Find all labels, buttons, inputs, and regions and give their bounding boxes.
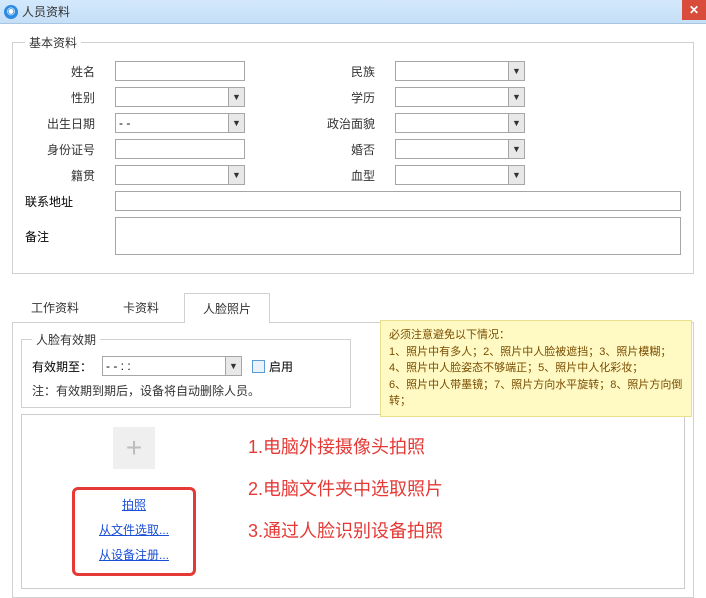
close-button[interactable]: ✕ [682, 0, 706, 20]
select-marital[interactable]: ▼ [395, 139, 525, 159]
chevron-down-icon: ▼ [508, 88, 524, 106]
warning-title: 必须注意避免以下情况： [389, 327, 683, 344]
label-gender: 性别 [25, 89, 95, 106]
label-remark: 备注 [25, 228, 95, 245]
label-id: 身份证号 [25, 141, 95, 158]
link-from-device[interactable]: 从设备注册... [99, 546, 169, 563]
face-valid-fieldset: 人脸有效期 有效期至： - - : : ▼ 启用 注：有效期到期后，设备将自动删… [21, 331, 351, 408]
valid-note: 注：有效期到期后，设备将自动删除人员。 [32, 382, 340, 399]
label-name: 姓名 [25, 63, 95, 80]
chevron-down-icon: ▼ [508, 140, 524, 158]
user-icon: ◉ [4, 5, 18, 19]
chevron-down-icon: ▼ [508, 166, 524, 184]
label-blood: 血型 [265, 167, 375, 184]
photo-area: + 拍照 从文件选取... 从设备注册... 1.电脑外接摄像头拍照 2.电脑文… [21, 414, 685, 589]
tab-face[interactable]: 人脸照片 [184, 293, 270, 323]
chevron-down-icon: ▼ [228, 166, 244, 184]
titlebar: ◉ 人员资料 ✕ [0, 0, 706, 24]
select-valid-until-value: - - : : [106, 359, 131, 373]
enable-label: 启用 [269, 358, 293, 375]
select-valid-until[interactable]: - - : : ▼ [102, 356, 242, 376]
upload-column: + 拍照 从文件选取... 从设备注册... [34, 427, 234, 576]
checkbox-icon [252, 360, 265, 373]
input-remark[interactable] [115, 217, 681, 255]
chevron-down-icon: ▼ [228, 114, 244, 132]
warning-body: 1、照片中有多人；2、照片中人脸被遮挡；3、照片模糊； 4、照片中人脸姿态不够端… [389, 344, 683, 410]
basic-info-fieldset: 基本资料 姓名 民族 ▼ 性别 ▼ 学历 ▼ 出生日期 - - ▼ [12, 34, 694, 274]
input-name[interactable] [115, 61, 245, 81]
select-gender[interactable]: ▼ [115, 87, 245, 107]
link-capture[interactable]: 拍照 [122, 496, 146, 513]
annotation-box: 拍照 从文件选取... 从设备注册... [72, 487, 196, 576]
chevron-down-icon: ▼ [228, 88, 244, 106]
label-political: 政治面貌 [265, 115, 375, 132]
face-valid-legend: 人脸有效期 [32, 331, 100, 348]
instruction-3: 3.通过人脸识别设备拍照 [248, 517, 443, 543]
instruction-2: 2.电脑文件夹中选取照片 [248, 475, 443, 501]
warning-box: 必须注意避免以下情况： 1、照片中有多人；2、照片中人脸被遮挡；3、照片模糊； … [380, 320, 692, 417]
tab-work[interactable]: 工作资料 [12, 292, 98, 322]
select-blood[interactable]: ▼ [395, 165, 525, 185]
label-marital: 婚否 [265, 141, 375, 158]
select-origin[interactable]: ▼ [115, 165, 245, 185]
select-birth-value: - - [119, 116, 130, 130]
label-birth: 出生日期 [25, 115, 95, 132]
link-from-file[interactable]: 从文件选取... [99, 521, 169, 538]
label-address: 联系地址 [25, 193, 95, 210]
tab-card[interactable]: 卡资料 [104, 292, 178, 322]
select-birth[interactable]: - - ▼ [115, 113, 245, 133]
chevron-down-icon: ▼ [508, 114, 524, 132]
select-ethnic[interactable]: ▼ [395, 61, 525, 81]
instruction-1: 1.电脑外接摄像头拍照 [248, 433, 443, 459]
input-address[interactable] [115, 191, 681, 211]
label-edu: 学历 [265, 89, 375, 106]
chevron-down-icon: ▼ [225, 357, 241, 375]
instructions: 1.电脑外接摄像头拍照 2.电脑文件夹中选取照片 3.通过人脸识别设备拍照 [248, 427, 443, 543]
select-political[interactable]: ▼ [395, 113, 525, 133]
input-id[interactable] [115, 139, 245, 159]
add-photo-placeholder[interactable]: + [113, 427, 155, 469]
select-edu[interactable]: ▼ [395, 87, 525, 107]
valid-until-label: 有效期至： [32, 358, 92, 375]
tab-strip: 工作资料 卡资料 人脸照片 [12, 292, 694, 323]
basic-legend: 基本资料 [25, 34, 81, 51]
chevron-down-icon: ▼ [508, 62, 524, 80]
enable-checkbox-group[interactable]: 启用 [252, 358, 293, 375]
label-origin: 籍贯 [25, 167, 95, 184]
window-title: 人员资料 [22, 3, 70, 20]
label-ethnic: 民族 [265, 63, 375, 80]
